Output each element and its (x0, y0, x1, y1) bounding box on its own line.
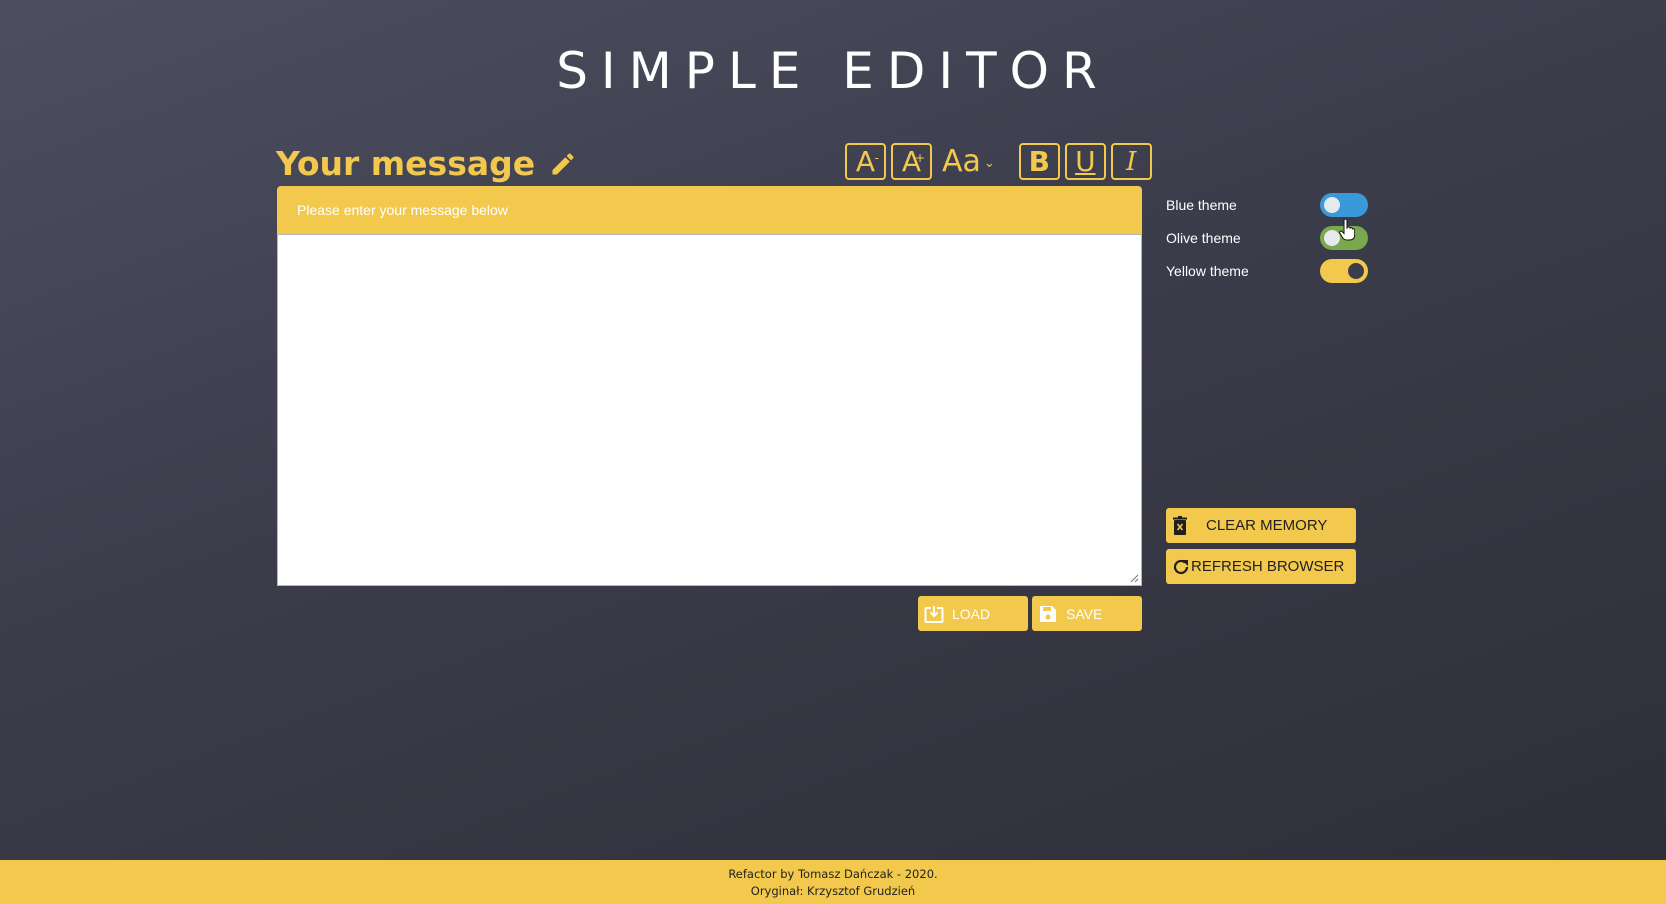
bold-button[interactable]: B (1018, 143, 1060, 180)
page-title: SIMPLE EDITOR (556, 42, 1110, 100)
underline-label: U (1075, 145, 1096, 178)
resize-grip-icon[interactable] (1129, 573, 1139, 583)
refresh-icon (1173, 559, 1189, 574)
olive-theme-toggle[interactable] (1320, 225, 1368, 250)
format-toolbar: A - A + Aa ⌄ B U I (845, 143, 1157, 180)
decrease-font-button[interactable]: A - (845, 143, 886, 180)
trash-icon (1173, 515, 1187, 535)
minus-mark: - (874, 151, 879, 165)
font-family-dropdown[interactable]: Aa ⌄ (942, 143, 995, 180)
toggle-knob (1348, 262, 1364, 279)
load-button[interactable]: LOAD (918, 596, 1028, 631)
download-icon (924, 605, 944, 623)
floppy-disk-icon (1040, 605, 1056, 622)
theme-label: Blue theme (1166, 196, 1237, 213)
theme-row-yellow: Yellow theme (1166, 254, 1368, 287)
footer: Refactor by Tomasz Dańczak - 2020. Orygi… (0, 860, 1666, 904)
footer-original: Oryginał: Krzysztof Grudzień (750, 884, 916, 898)
clear-memory-button[interactable]: CLEAR MEMORY (1166, 508, 1356, 543)
load-label: LOAD (952, 605, 991, 622)
footer-credit: Refactor by Tomasz Dańczak - 2020. (728, 867, 938, 881)
theme-row-olive: Olive theme (1166, 221, 1368, 254)
font-family-label: Aa (942, 144, 981, 179)
decrease-font-label: A (855, 145, 876, 178)
message-textarea[interactable] (277, 234, 1142, 586)
pencil-icon[interactable] (549, 150, 577, 178)
blue-theme-toggle[interactable] (1320, 192, 1368, 217)
underline-button[interactable]: U (1064, 143, 1106, 180)
increase-font-button[interactable]: A + (891, 143, 932, 180)
theme-label: Yellow theme (1166, 262, 1249, 279)
italic-button[interactable]: I (1110, 143, 1152, 180)
clear-memory-label: CLEAR MEMORY (1206, 517, 1328, 534)
refresh-browser-button[interactable]: REFRESH BROWSER (1166, 549, 1356, 584)
save-label: SAVE (1066, 605, 1103, 622)
toggle-knob (1324, 196, 1340, 213)
toggle-knob (1324, 229, 1340, 246)
message-heading: Your message (276, 144, 577, 183)
italic-label: I (1126, 146, 1137, 177)
plus-mark: + (914, 151, 925, 165)
chevron-down-icon: ⌄ (983, 156, 995, 171)
refresh-browser-label: REFRESH BROWSER (1191, 558, 1345, 575)
message-heading-label: Your message (276, 144, 536, 183)
editor-placeholder-text: Please enter your message below (297, 202, 508, 218)
theme-switcher: Blue theme Olive theme Yellow theme (1166, 188, 1368, 287)
editor-placeholder-bar: Please enter your message below (277, 186, 1142, 234)
theme-row-blue: Blue theme (1166, 188, 1368, 221)
theme-label: Olive theme (1166, 229, 1241, 246)
save-button[interactable]: SAVE (1032, 596, 1142, 631)
bold-label: B (1028, 145, 1050, 178)
yellow-theme-toggle[interactable] (1320, 258, 1368, 283)
